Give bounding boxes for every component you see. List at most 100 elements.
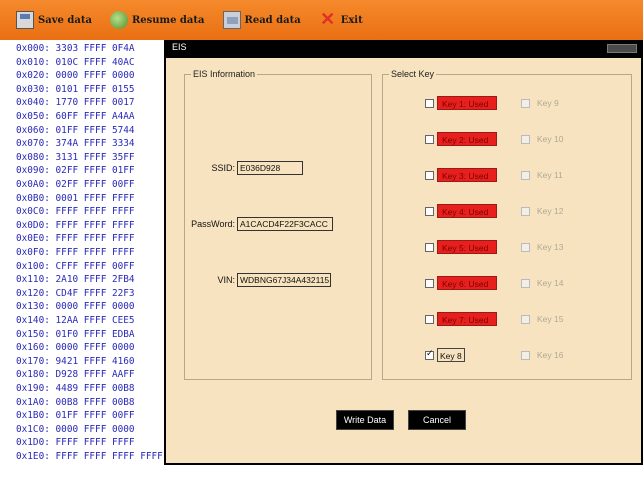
hex-word: FFFF bbox=[112, 247, 135, 258]
hex-address: 0x0F0: bbox=[16, 247, 50, 258]
hex-word: FFFF bbox=[83, 451, 107, 462]
hex-word: 0101 bbox=[55, 83, 79, 95]
key-label: Key 15 bbox=[537, 314, 564, 324]
hex-word: 02FF bbox=[55, 165, 79, 177]
read-data-button[interactable]: Read data bbox=[217, 6, 307, 34]
key-5-checkbox[interactable]: Key 5: Used bbox=[425, 240, 497, 254]
hex-word: FFFF bbox=[83, 260, 107, 272]
resume-data-button[interactable]: Resume data bbox=[104, 6, 211, 34]
key-15-checkbox: Key 15 bbox=[521, 312, 567, 326]
close-icon[interactable] bbox=[607, 44, 637, 53]
hex-word: 0000 bbox=[112, 423, 135, 435]
hex-address: 0x0D0: bbox=[16, 219, 50, 231]
hex-word: FFFF bbox=[83, 274, 107, 286]
hex-address: 0x180: bbox=[16, 369, 50, 381]
hex-word: 0017 bbox=[112, 97, 135, 109]
read-icon bbox=[222, 11, 241, 29]
hex-word: 3131 bbox=[55, 151, 79, 163]
hex-row: 0x190: 4489 FFFF 00B8 bbox=[16, 383, 135, 394]
hex-address: 0x120: bbox=[16, 287, 50, 299]
hex-address: 0x040: bbox=[16, 97, 50, 109]
checkbox-icon[interactable] bbox=[425, 242, 434, 252]
key-8-checkbox[interactable]: Key 8 bbox=[425, 348, 465, 362]
hex-word: FFFF bbox=[83, 206, 107, 218]
key-label: Key 4: Used bbox=[437, 204, 497, 218]
checkbox-icon bbox=[521, 206, 530, 216]
hex-row: 0x160: 0000 FFFF 0000 bbox=[16, 342, 135, 353]
vin-field[interactable]: WDBNG67J34A432115 bbox=[237, 273, 331, 287]
hex-row: 0x140: 12AA FFFF CEE5 bbox=[16, 315, 135, 326]
hex-row: 0x170: 9421 FFFF 4160 bbox=[16, 356, 135, 367]
key-label: Key 3: Used bbox=[437, 168, 497, 182]
password-field[interactable]: A1CACD4F22F3CACC bbox=[237, 217, 333, 231]
hex-row: 0x000: 3303 FFFF 0F4A bbox=[16, 43, 135, 54]
checkbox-icon[interactable] bbox=[425, 278, 434, 288]
hex-word: CEE5 bbox=[112, 315, 135, 326]
toolbar: Save data Resume data Read data ✕ Exit bbox=[0, 0, 643, 40]
vin-label: VIN: bbox=[217, 275, 235, 285]
key-6-checkbox[interactable]: Key 6: Used bbox=[425, 276, 497, 290]
dialog-title-bar[interactable]: EIS bbox=[164, 40, 643, 56]
hex-word: FFFF bbox=[83, 342, 107, 354]
hex-row: 0x0B0: 0001 FFFF FFFF bbox=[16, 193, 135, 204]
checkbox-icon[interactable] bbox=[425, 98, 434, 108]
checkbox-icon[interactable] bbox=[425, 134, 434, 144]
hex-address: 0x1A0: bbox=[16, 396, 50, 408]
hex-row: 0x050: 60FF FFFF A4AA bbox=[16, 111, 135, 122]
hex-row: 0x1C0: 0000 FFFF 0000 bbox=[16, 424, 135, 435]
cancel-button[interactable]: Cancel bbox=[408, 410, 466, 430]
checkbox-icon[interactable] bbox=[425, 314, 434, 324]
hex-word: FFFF bbox=[55, 451, 79, 462]
hex-word: 9421 bbox=[55, 355, 79, 367]
key-9-checkbox: Key 9 bbox=[521, 96, 563, 110]
key-3-checkbox[interactable]: Key 3: Used bbox=[425, 168, 497, 182]
hex-word: 01FF bbox=[55, 124, 79, 136]
hex-word: FFFF bbox=[83, 97, 107, 109]
hex-word: FFFF bbox=[112, 219, 135, 231]
ssid-field[interactable]: E036D928 bbox=[237, 161, 303, 175]
hex-word: 0000 bbox=[55, 301, 79, 313]
checkbox-icon[interactable] bbox=[425, 349, 434, 360]
hex-address: 0x030: bbox=[16, 83, 50, 95]
hex-word: 374A bbox=[55, 138, 79, 150]
dialog-body: EIS Information SSID: E036D928 PassWord:… bbox=[166, 58, 641, 463]
key-label: Key 16 bbox=[537, 350, 564, 360]
hex-address: 0x140: bbox=[16, 315, 50, 326]
hex-word: 01FF bbox=[112, 165, 135, 177]
hex-word: FFFF bbox=[83, 355, 107, 367]
hex-word: 4489 bbox=[55, 383, 79, 394]
checkbox-icon[interactable] bbox=[425, 170, 434, 180]
hex-word: FFFF bbox=[83, 124, 107, 136]
hex-word: FFFF bbox=[112, 192, 135, 204]
hex-word: FFFF bbox=[83, 410, 107, 422]
exit-button[interactable]: ✕ Exit bbox=[313, 6, 369, 34]
hex-word: FFFF bbox=[55, 219, 79, 231]
key-label: Key 2: Used bbox=[437, 132, 497, 146]
write-data-button[interactable]: Write Data bbox=[336, 410, 394, 430]
hex-row: 0x100: CFFF FFFF 00FF bbox=[16, 261, 135, 272]
hex-word: 0000 bbox=[55, 342, 79, 354]
key-1-checkbox[interactable]: Key 1: Used bbox=[425, 96, 497, 110]
eis-information-title: EIS Information bbox=[191, 69, 258, 79]
hex-word: FFFF bbox=[112, 206, 135, 218]
eis-dialog: EIS EIS Information SSID: E036D928 PassW… bbox=[164, 40, 643, 465]
save-data-label: Save data bbox=[38, 14, 92, 26]
hex-address: 0x1C0: bbox=[16, 423, 50, 435]
key-2-checkbox[interactable]: Key 2: Used bbox=[425, 132, 497, 146]
hex-word: 35FF bbox=[112, 151, 135, 163]
hex-address: 0x090: bbox=[16, 165, 50, 177]
checkbox-icon[interactable] bbox=[425, 206, 434, 216]
hex-word: 00B8 bbox=[112, 396, 135, 408]
key-4-checkbox[interactable]: Key 4: Used bbox=[425, 204, 497, 218]
hex-word: A4AA bbox=[112, 111, 135, 122]
checkbox-icon bbox=[521, 278, 530, 288]
hex-row: 0x070: 374A FFFF 3334 bbox=[16, 138, 135, 149]
key-label: Key 7: Used bbox=[437, 312, 497, 326]
key-label: Key 11 bbox=[537, 170, 563, 180]
hex-word: 2FB4 bbox=[112, 274, 135, 286]
hex-row: 0x010: 010C FFFF 40AC bbox=[16, 57, 135, 68]
save-icon bbox=[16, 11, 34, 29]
key-7-checkbox[interactable]: Key 7: Used bbox=[425, 312, 497, 326]
save-data-button[interactable]: Save data bbox=[10, 6, 98, 34]
hex-address: 0x080: bbox=[16, 151, 50, 163]
